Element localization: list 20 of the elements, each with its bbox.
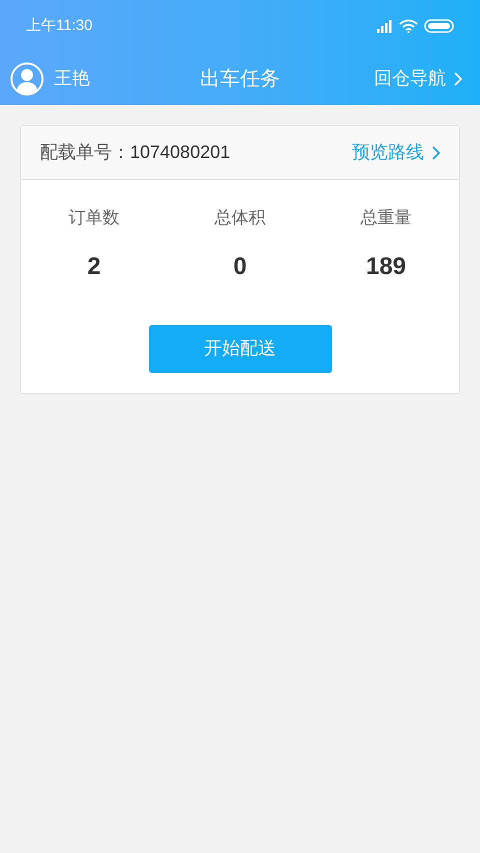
- load-number: 1074080201: [130, 141, 230, 164]
- stat-value: 0: [233, 252, 247, 282]
- signal-icon: [377, 20, 393, 32]
- load-number-label: 配载单号：: [40, 141, 130, 164]
- stat-value: 2: [87, 252, 101, 282]
- wifi-icon: [399, 19, 418, 33]
- stat-label: 总重量: [360, 207, 412, 229]
- chevron-right-icon: [454, 72, 462, 86]
- start-delivery-button[interactable]: 开始配送: [148, 324, 332, 372]
- battery-icon: [424, 19, 454, 33]
- stat-value: 189: [366, 252, 406, 282]
- stat-label: 订单数: [68, 207, 120, 229]
- return-navigation-link[interactable]: 回仓导航: [374, 65, 470, 92]
- page-title: 出车任务: [200, 66, 280, 92]
- user-name: 王艳: [54, 67, 90, 90]
- status-time: 上午11:30: [26, 16, 92, 36]
- avatar-icon[interactable]: [10, 62, 44, 96]
- chevron-right-icon: [432, 146, 440, 160]
- stat-label: 总体积: [214, 207, 266, 229]
- preview-route-link[interactable]: 预览路线: [352, 139, 440, 166]
